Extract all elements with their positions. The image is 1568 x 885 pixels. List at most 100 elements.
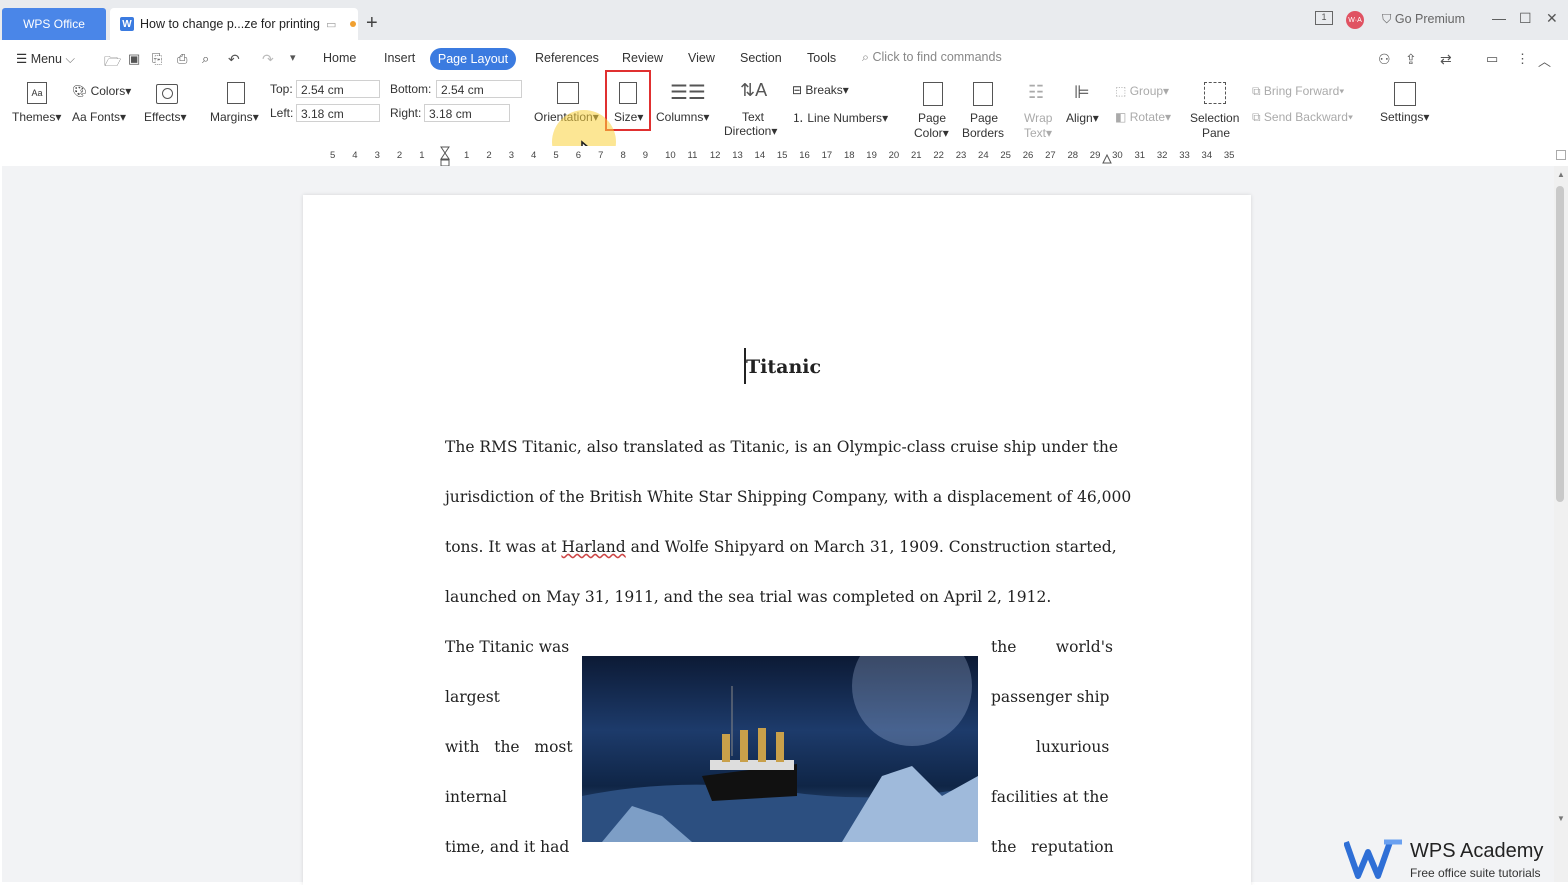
scrollbar-thumb[interactable] xyxy=(1556,186,1564,502)
right-margin-label: Right: xyxy=(390,106,422,120)
bring-forward-label: Bring Forward xyxy=(1263,84,1340,98)
ruler-tick-label: 1 xyxy=(419,150,425,161)
breaks-button[interactable]: ⊟ Breaks▾ xyxy=(792,83,849,97)
export-icon[interactable]: ⇪ xyxy=(1405,51,1417,68)
ruler-tick-label: 8 xyxy=(620,150,626,161)
group-button[interactable]: ⬚ Group▾ xyxy=(1115,84,1169,98)
right-indent-marker-icon[interactable] xyxy=(1102,152,1112,164)
colors-label: Colors xyxy=(90,84,126,98)
paragraph-line-2[interactable]: jurisdiction of the British White Star S… xyxy=(445,488,1131,506)
right-column-line-1[interactable]: the world's xyxy=(991,638,1113,656)
go-premium-button[interactable]: ⛉ Go Premium xyxy=(1382,12,1465,27)
find-commands-input[interactable]: ⌕ Click to find commands xyxy=(862,50,1002,65)
ruler-tick-label: 32 xyxy=(1156,150,1168,161)
right-column-line-5[interactable]: the reputation xyxy=(991,838,1114,856)
left-column-line-1[interactable]: The Titanic was xyxy=(445,638,569,656)
redo-icon[interactable]: ↷ xyxy=(262,51,274,68)
customize-toolbar-chevron-icon[interactable]: ▾ xyxy=(290,51,296,64)
tab-home[interactable]: Home xyxy=(323,51,356,65)
page-view-icon[interactable]: 1 xyxy=(1315,11,1333,25)
line-numbers-label: Line Numbers xyxy=(807,111,883,125)
tab-review[interactable]: Review xyxy=(622,51,663,65)
print-preview-icon[interactable]: ⌕ xyxy=(202,51,209,67)
margins-button[interactable]: Margins▾ xyxy=(210,110,259,124)
columns-button[interactable]: Columns▾ xyxy=(656,110,709,124)
effects-button[interactable]: Effects▾ xyxy=(144,110,187,124)
paragraph-line-4[interactable]: launched on May 31, 1911, and the sea tr… xyxy=(445,588,1051,606)
collapse-ribbon-chevron-icon[interactable]: ︿ xyxy=(1538,51,1551,70)
text-direction-label-1: Text xyxy=(742,110,765,124)
ruler-tick-label: 7 xyxy=(598,150,604,161)
scroll-down-arrow-icon[interactable]: ▼ xyxy=(1557,814,1565,823)
left-column-line-3[interactable]: with the most xyxy=(445,738,573,756)
settings-button[interactable]: Settings▾ xyxy=(1380,110,1429,124)
send-backward-button[interactable]: ⧉ Send Backward▾ xyxy=(1252,110,1353,125)
wps-academy-logo-icon xyxy=(1344,839,1402,879)
right-margin-input[interactable]: 3.18 cm xyxy=(424,104,510,122)
sync-icon[interactable]: ⇄ xyxy=(1440,51,1452,68)
open-folder-icon[interactable]: 🗁 xyxy=(104,51,121,75)
titanic-image[interactable] xyxy=(582,656,978,842)
tab-view[interactable]: View xyxy=(688,51,715,65)
line-numbers-button[interactable]: ⒈ Line Numbers▾ xyxy=(792,109,888,126)
ruler-tick-label: 25 xyxy=(1000,150,1011,161)
comment-icon[interactable]: ▭ xyxy=(1486,51,1498,67)
monitor-icon: ▭ xyxy=(325,18,337,31)
document-title[interactable]: Titanic xyxy=(746,356,821,378)
maximize-icon[interactable]: ☐ xyxy=(1519,10,1532,27)
left-margin-input[interactable]: 3.18 cm xyxy=(296,104,380,122)
page-borders-button[interactable]: Borders xyxy=(962,126,1004,140)
text-direction-button[interactable]: Direction▾ xyxy=(724,124,777,138)
ruler-tick-label: 5 xyxy=(553,150,559,161)
indent-marker-icon[interactable] xyxy=(440,146,450,168)
top-margin-label: Top: xyxy=(270,82,293,96)
themes-button[interactable]: Themes▾ xyxy=(12,110,61,124)
save-icon[interactable]: ▣ xyxy=(128,51,140,67)
new-tab-plus-icon[interactable]: + xyxy=(366,12,378,35)
format-painter-icon[interactable]: ⎘ xyxy=(152,51,162,67)
undo-icon[interactable]: ↶ xyxy=(228,51,240,68)
align-button[interactable]: Align▾ xyxy=(1066,111,1099,125)
document-tab[interactable]: W How to change p...ze for printing ▭ xyxy=(110,8,358,40)
minimize-icon[interactable]: — xyxy=(1492,10,1506,26)
paragraph-line-3[interactable]: tons. It was at Harland and Wolfe Shipya… xyxy=(445,538,1117,556)
top-margin-input[interactable]: 2.54 cm xyxy=(296,80,380,98)
right-column-line-3[interactable]: luxurious xyxy=(1036,738,1109,756)
margins-label: Margins xyxy=(210,110,253,124)
ruler-toggle-icon[interactable] xyxy=(1556,150,1566,160)
avatar[interactable]: W·A xyxy=(1346,11,1364,29)
right-column-line-4[interactable]: facilities at the xyxy=(991,788,1109,806)
bottom-margin-input[interactable]: 2.54 cm xyxy=(436,80,522,98)
selection-pane-button[interactable]: Pane xyxy=(1202,126,1230,140)
right-column-line-2[interactable]: passenger ship xyxy=(991,688,1109,706)
paragraph-line-1[interactable]: The RMS Titanic, also translated as Tita… xyxy=(445,438,1118,456)
tab-insert[interactable]: Insert xyxy=(384,51,415,65)
tab-tools[interactable]: Tools xyxy=(807,51,836,65)
share-user-icon[interactable]: ⚇ xyxy=(1378,51,1391,68)
ruler-tick-label: 3 xyxy=(508,150,514,161)
tab-page-layout[interactable]: Page Layout xyxy=(430,48,516,70)
page-color-button[interactable]: Color▾ xyxy=(914,126,949,140)
left-column-line-5[interactable]: time, and it had xyxy=(445,838,569,856)
left-column-line-4[interactable]: internal xyxy=(445,788,507,806)
fonts-button[interactable]: Aa Fonts▾ xyxy=(72,110,126,124)
ruler-tick-label: 19 xyxy=(866,150,877,161)
go-premium-label: Go Premium xyxy=(1394,12,1466,26)
send-backward-icon: ⧉ xyxy=(1252,110,1261,124)
print-icon[interactable]: ⎙ xyxy=(177,51,187,67)
bring-forward-button[interactable]: ⧉ Bring Forward▾ xyxy=(1252,84,1344,99)
wrap-text-button[interactable]: Text▾ xyxy=(1024,126,1052,140)
menu-button[interactable]: ☰ Menu ⌵ xyxy=(16,51,75,67)
more-options-icon[interactable]: ⋮ xyxy=(1516,51,1529,67)
close-icon[interactable]: ✕ xyxy=(1546,10,1558,27)
tab-section[interactable]: Section xyxy=(740,51,782,65)
ruler-tick-label: 15 xyxy=(776,150,788,161)
colors-button[interactable]: 🎨︎ Colors▾ xyxy=(72,84,131,98)
misspelled-word[interactable]: Harland xyxy=(561,538,625,556)
page-color-label-2: Color xyxy=(914,126,943,140)
left-column-line-2[interactable]: largest xyxy=(445,688,500,706)
rotate-button[interactable]: ◧ Rotate▾ xyxy=(1115,110,1171,124)
tab-references[interactable]: References xyxy=(535,51,599,65)
scroll-up-arrow-icon[interactable]: ▲ xyxy=(1557,170,1565,179)
wps-office-tab[interactable]: WPS Office xyxy=(2,8,106,40)
